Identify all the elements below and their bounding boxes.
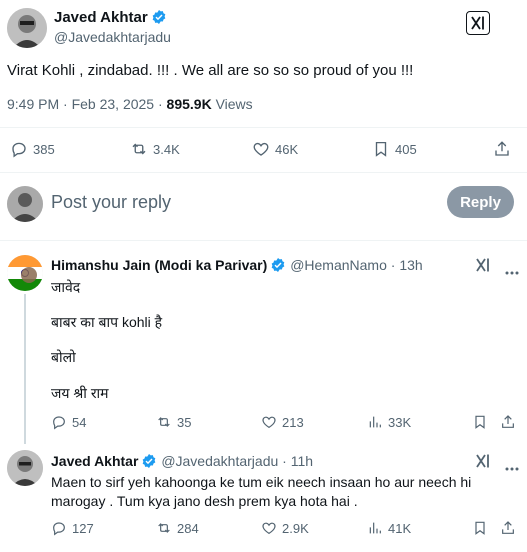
views-count: 41K: [388, 520, 412, 536]
repost-stat[interactable]: 284: [156, 520, 199, 536]
like-count: 2.9K: [282, 520, 309, 536]
bookmark-button[interactable]: [472, 520, 488, 541]
like-stat[interactable]: 2.9K: [261, 520, 309, 536]
current-user-avatar[interactable]: [7, 186, 43, 222]
reply-line: Maen to sirf yeh kahoonga ke tum eik nee…: [51, 474, 472, 490]
divider: [0, 127, 527, 128]
share-button[interactable]: [500, 519, 516, 542]
reply-button[interactable]: Reply: [447, 186, 514, 218]
divider: [0, 240, 527, 241]
repost-icon: [132, 143, 146, 155]
tweet-text: Virat Kohli , zindabad. !!! . We all are…: [7, 62, 414, 79]
reply-author-avatar[interactable]: [7, 255, 43, 291]
tweet-timestamp[interactable]: 9:49 PM · Feb 23, 2025 ·: [7, 96, 167, 112]
reply-author-name[interactable]: Himanshu Jain (Modi ka Parivar): [51, 257, 267, 273]
repost-count: 3.4K: [153, 141, 180, 157]
reply-line: marogay . Tum kya jano desh prem kya hot…: [51, 493, 358, 509]
grok-icon[interactable]: [475, 453, 491, 474]
reply-author-name[interactable]: Javed Akhtar: [51, 453, 138, 469]
reply-stat[interactable]: 385: [10, 140, 55, 158]
author-name[interactable]: Javed Akhtar: [54, 9, 148, 26]
author-handle[interactable]: @Javedakhtarjadu: [54, 29, 171, 45]
bookmark-icon: [375, 141, 387, 157]
repost-icon: [158, 417, 170, 427]
share-button[interactable]: [500, 413, 516, 436]
author-avatar[interactable]: [7, 8, 47, 48]
like-icon: [262, 522, 276, 535]
like-icon: [262, 416, 276, 429]
tweet-meta: 9:49 PM · Feb 23, 2025 · 895.9K Views: [7, 96, 253, 112]
share-button[interactable]: [493, 139, 511, 164]
reply-icon: [53, 522, 65, 536]
reply-author-avatar[interactable]: [7, 450, 43, 486]
reply-icon: [12, 142, 26, 158]
grok-icon[interactable]: [466, 11, 490, 35]
more-options-icon[interactable]: [505, 262, 519, 280]
verified-badge-icon: [151, 9, 167, 25]
reply-input[interactable]: Post your reply: [51, 192, 171, 213]
reply-line: बोलो: [51, 349, 76, 365]
bookmark-stat[interactable]: 405: [372, 140, 417, 158]
verified-badge-icon: [270, 257, 286, 273]
repost-stat[interactable]: 35: [156, 414, 191, 430]
views-count: 895.9K: [166, 96, 212, 112]
reply-line: जावेद: [51, 279, 81, 295]
like-count: 213: [282, 414, 304, 430]
reply-input-placeholder: Post your reply: [51, 192, 172, 212]
grok-icon[interactable]: [475, 257, 491, 278]
thread-line: [24, 294, 26, 444]
reply-header: Himanshu Jain (Modi ka Parivar) @HemanNa…: [51, 257, 423, 273]
author-name-row[interactable]: Javed Akhtar: [54, 9, 167, 26]
bookmark-count: 405: [395, 141, 417, 157]
views-label: Views: [215, 96, 253, 112]
reply-author-handle[interactable]: @HemanNamo: [290, 257, 387, 273]
repost-icon: [158, 523, 170, 533]
reply-author-handle[interactable]: @Javedakhtarjadu: [161, 453, 278, 469]
more-options-icon[interactable]: [505, 458, 519, 476]
repost-count: 284: [177, 520, 199, 536]
like-count: 46K: [275, 141, 299, 157]
reply-line: जय श्री राम: [51, 385, 109, 401]
reply-stat[interactable]: 54: [51, 414, 86, 430]
reply-time[interactable]: · 13h: [391, 257, 423, 273]
share-icon: [502, 521, 514, 534]
views-icon: [369, 522, 381, 534]
bookmark-icon: [475, 415, 485, 429]
share-icon: [495, 141, 509, 156]
like-icon: [253, 142, 269, 156]
reply-time[interactable]: · 11h: [282, 453, 313, 469]
bookmark-button[interactable]: [472, 414, 488, 435]
reply-stat[interactable]: 127: [51, 520, 94, 536]
views-stat[interactable]: 33K: [367, 414, 411, 430]
views-stat[interactable]: 41K: [367, 520, 411, 536]
like-stat[interactable]: 213: [261, 414, 304, 430]
share-icon: [502, 415, 514, 428]
divider: [0, 172, 527, 173]
repost-count: 35: [177, 414, 192, 430]
reply-count: 54: [72, 414, 87, 430]
reply-icon: [53, 416, 65, 430]
like-stat[interactable]: 46K: [252, 140, 298, 158]
repost-stat[interactable]: 3.4K: [130, 140, 180, 158]
views-icon: [369, 416, 381, 428]
verified-badge-icon: [141, 453, 157, 469]
bookmark-icon: [475, 521, 485, 535]
reply-count: 385: [33, 141, 55, 157]
reply-count: 127: [72, 520, 94, 536]
reply-header: Javed Akhtar @Javedakhtarjadu · 11h: [51, 453, 313, 469]
views-count: 33K: [388, 414, 412, 430]
reply-line: बाबर का बाप kohli है: [51, 314, 163, 330]
